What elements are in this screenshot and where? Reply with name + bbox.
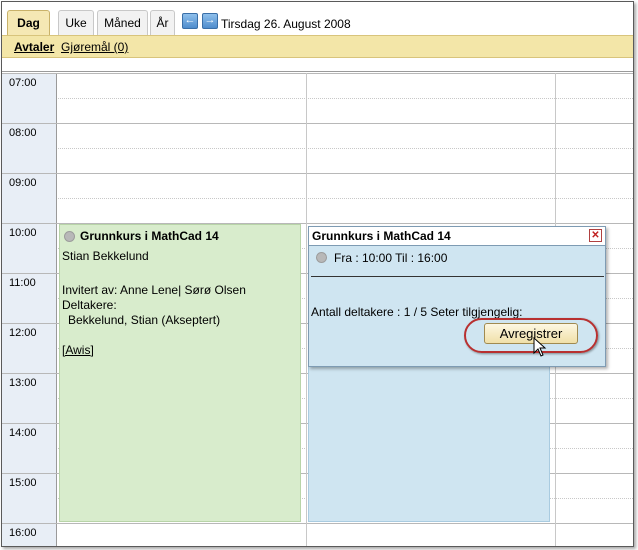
close-icon[interactable]: ✕ bbox=[589, 229, 602, 242]
column-divider bbox=[306, 73, 307, 546]
unregister-button[interactable]: Avregistrer bbox=[484, 323, 578, 344]
hour-label: 10:00 bbox=[9, 227, 37, 239]
event-participants-label: Deltakere: bbox=[62, 298, 117, 312]
tab-year[interactable]: År bbox=[150, 10, 175, 35]
popup-time: Fra : 10:00 Til : 16:00 bbox=[334, 251, 448, 265]
calendar-window: Dag Uke Måned År ← → Tirsdag 26. August … bbox=[1, 1, 634, 547]
arrow-left-icon[interactable]: ← bbox=[182, 13, 198, 29]
hour-label: 13:00 bbox=[9, 377, 37, 389]
hour-line bbox=[2, 173, 633, 174]
tab-week[interactable]: Uke bbox=[58, 10, 94, 35]
current-date: Tirsdag 26. August 2008 bbox=[221, 17, 351, 31]
time-column bbox=[2, 73, 57, 546]
event-participant: Bekkelund, Stian (Akseptert) bbox=[68, 313, 221, 327]
status-dot-icon bbox=[316, 252, 327, 263]
view-toolbar: Dag Uke Måned År ← → Tirsdag 26. August … bbox=[2, 2, 633, 36]
hour-label: 09:00 bbox=[9, 177, 37, 189]
half-hour-line bbox=[58, 148, 633, 149]
hour-label: 14:00 bbox=[9, 427, 37, 439]
appointments-link[interactable]: Avtaler bbox=[14, 40, 54, 54]
event-invited-by: Invitert av: Anne Lene| Sørø Olsen bbox=[62, 283, 246, 297]
event-organizer: Stian Bekkelund bbox=[62, 249, 149, 263]
hour-line bbox=[2, 123, 633, 124]
popup-header: Grunnkurs i MathCad 14 ✕ bbox=[309, 227, 605, 246]
event-title: Grunnkurs i MathCad 14 bbox=[80, 229, 219, 243]
hour-line bbox=[2, 523, 633, 524]
popup-title: Grunnkurs i MathCad 14 bbox=[312, 229, 451, 243]
hour-label: 11:00 bbox=[9, 277, 36, 289]
todos-link[interactable]: Gjøremål (0) bbox=[61, 40, 128, 54]
event-card-blue[interactable] bbox=[308, 362, 550, 522]
hour-label: 08:00 bbox=[9, 127, 37, 139]
subnav-bar: Avtaler Gjøremål (0) bbox=[2, 35, 633, 58]
arrow-right-icon[interactable]: → bbox=[202, 13, 218, 29]
popup-participants: Antall deltakere : 1 / 5 Seter tilgjenge… bbox=[311, 305, 523, 319]
hour-label: 12:00 bbox=[9, 327, 37, 339]
hour-label: 16:00 bbox=[9, 527, 37, 539]
decline-link[interactable]: [Awis] bbox=[62, 343, 94, 357]
popup-divider bbox=[311, 276, 604, 277]
hour-line bbox=[2, 73, 633, 74]
all-day-row bbox=[2, 58, 633, 72]
half-hour-line bbox=[58, 198, 633, 199]
tab-day[interactable]: Dag bbox=[7, 10, 50, 36]
status-dot-icon bbox=[64, 231, 75, 242]
tab-month[interactable]: Måned bbox=[97, 10, 148, 35]
hour-label: 07:00 bbox=[9, 77, 37, 89]
half-hour-line bbox=[58, 98, 633, 99]
mouse-cursor-icon bbox=[533, 337, 547, 357]
event-card[interactable]: Grunnkurs i MathCad 14 Stian Bekkelund I… bbox=[59, 224, 301, 522]
hour-label: 15:00 bbox=[9, 477, 37, 489]
event-popup: Grunnkurs i MathCad 14 ✕ Fra : 10:00 Til… bbox=[308, 226, 606, 367]
